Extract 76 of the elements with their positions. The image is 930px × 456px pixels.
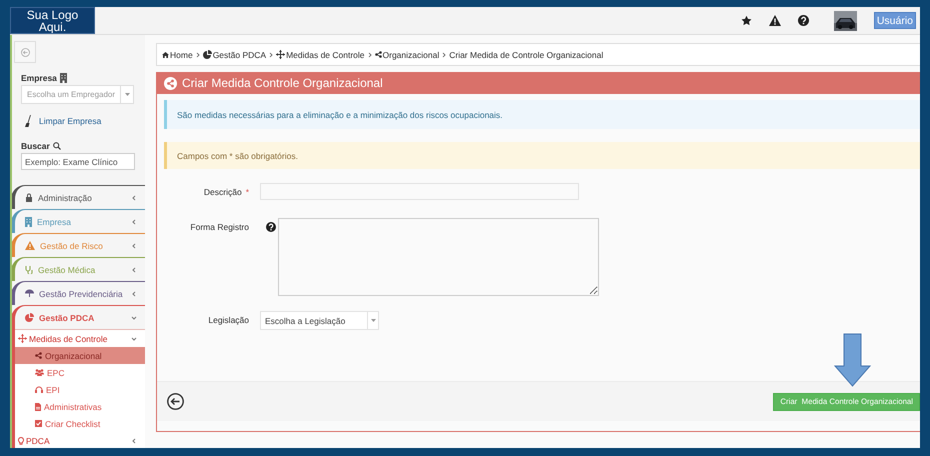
submenu-item[interactable]: EPI — [15, 381, 145, 398]
field-label: Descrição — [204, 187, 242, 197]
cross-arrows-icon — [18, 334, 27, 343]
clear-company-link[interactable]: Limpar Empresa — [39, 116, 102, 126]
breadcrumb-link[interactable]: Criar Medida de Controle Organizacional — [449, 50, 604, 60]
checkbox-icon — [35, 420, 42, 427]
share-icon — [374, 51, 382, 58]
search-icon — [52, 142, 61, 150]
chevron-icon — [269, 52, 274, 58]
caret-icon — [370, 319, 376, 322]
field-label: Legislação — [208, 315, 249, 325]
field-label: Forma Registro — [190, 222, 249, 232]
submenu-item[interactable]: PDCA — [15, 432, 145, 448]
panel-header: Criar Medida Controle Organizacional — [157, 72, 920, 94]
required-mark: * — [246, 187, 249, 197]
submenu-item[interactable]: Medidas de Controle — [15, 330, 145, 347]
menu-item[interactable]: Gestão Médica — [15, 258, 145, 281]
building-icon — [60, 73, 67, 83]
submenu-item[interactable]: Criar Checklist — [15, 415, 145, 432]
file-icon — [35, 402, 41, 410]
caret-icon — [124, 93, 130, 96]
arrow-icon — [834, 333, 871, 387]
chevron-icon — [131, 266, 137, 272]
share-icon — [164, 76, 177, 90]
breadcrumb-link[interactable]: Medidas de Controle — [276, 50, 365, 60]
chevron-icon — [131, 218, 137, 224]
help-icon — [798, 15, 809, 26]
chevron-icon — [368, 52, 372, 58]
collapse-button[interactable] — [14, 41, 36, 63]
chevron-icon — [131, 194, 137, 200]
lock-icon — [25, 193, 33, 202]
company-select[interactable]: Escolha um Empregador — [21, 85, 134, 104]
menu-item[interactable]: Administração — [15, 186, 145, 209]
menu-item[interactable]: Gestão Previdenciária — [15, 282, 145, 305]
submenu-item[interactable]: Organizacional — [15, 347, 145, 364]
chevron-icon — [131, 438, 137, 444]
chevron-icon — [131, 290, 137, 296]
lightbulb-icon — [18, 436, 24, 444]
broom-icon — [25, 115, 31, 127]
back-arrow-icon — [20, 48, 30, 56]
menu-item[interactable]: Gestão PDCA — [15, 306, 145, 329]
stethoscope-icon — [25, 265, 33, 274]
warning-icon — [768, 15, 781, 26]
chevron-icon — [131, 242, 137, 248]
field-label: Buscar — [21, 141, 50, 151]
headphones-icon — [35, 386, 43, 393]
back-circle-icon — [167, 393, 184, 410]
chevron-icon — [196, 52, 200, 58]
description-field[interactable] — [260, 183, 579, 200]
breadcrumb-link[interactable]: Organizacional — [374, 50, 440, 60]
breadcrumb-link[interactable]: Gestão PDCA — [202, 50, 266, 60]
cross-arrows-icon — [276, 50, 286, 59]
warning-icon — [25, 241, 35, 250]
field-label: Empresa — [21, 73, 57, 83]
users-icon — [35, 369, 44, 376]
share-icon — [35, 352, 42, 359]
legislation-select[interactable]: Escolha a Legislação — [260, 311, 379, 330]
building-icon — [25, 216, 32, 226]
menu-item[interactable]: Empresa — [15, 210, 145, 233]
submenu-item[interactable]: Administrativas — [15, 398, 145, 415]
chevron-icon — [131, 314, 137, 320]
user-button[interactable]: Usuário — [874, 12, 916, 29]
chevron-icon — [442, 52, 446, 58]
home-icon — [162, 52, 169, 58]
umbrella-icon — [25, 289, 34, 298]
info-message: São medidas necessárias para a eliminação e a minimização dos riscos ocupacionais. — [164, 100, 920, 129]
search-field[interactable]: Exemplo: Exame Clínico — [21, 153, 135, 170]
pie-chart-icon — [202, 50, 212, 59]
registration-textarea[interactable] — [278, 218, 599, 296]
required-fields-notice: Campos com * são obrigatórios. — [164, 142, 920, 169]
star-icon — [740, 15, 752, 26]
chevron-icon — [131, 336, 137, 342]
breadcrumb-link[interactable]: Home — [162, 50, 193, 60]
pie-chart-icon — [25, 313, 34, 322]
menu-item[interactable]: Gestão de Risco — [15, 234, 145, 257]
submenu-item[interactable]: EPC — [15, 364, 145, 381]
